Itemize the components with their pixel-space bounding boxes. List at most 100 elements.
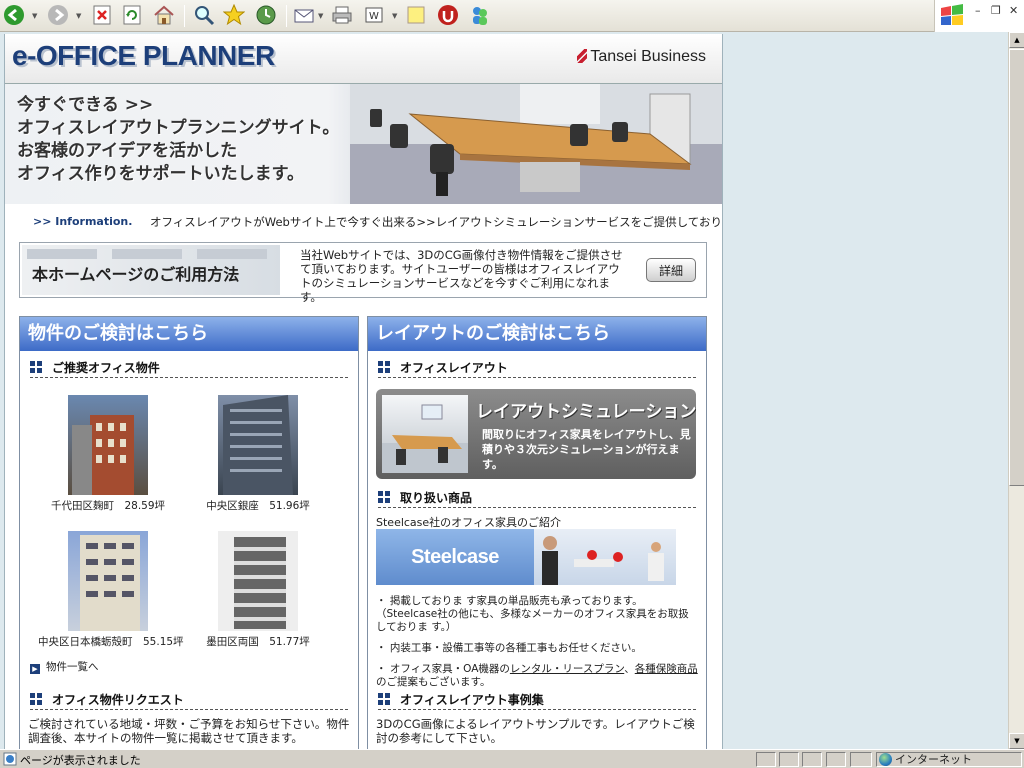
- brand-mark-icon: [577, 49, 588, 63]
- power-icon: [438, 5, 458, 25]
- status-cell: [802, 752, 822, 767]
- property-photo[interactable]: [68, 395, 148, 495]
- svg-text:W: W: [369, 11, 379, 22]
- restore-icon[interactable]: ❐: [991, 4, 1001, 17]
- refresh-button[interactable]: [120, 3, 144, 27]
- building-image: [223, 395, 293, 495]
- search-button[interactable]: [192, 3, 216, 27]
- search-icon: [195, 6, 215, 26]
- simulation-thumbnail: [382, 395, 468, 473]
- bullet-text: 、: [624, 663, 635, 675]
- forward-button[interactable]: [46, 3, 70, 27]
- hero-line: 今すぐできる >>: [17, 95, 154, 115]
- minimize-icon[interactable]: –: [975, 4, 981, 17]
- star-icon: [223, 4, 245, 26]
- simulation-title: レイアウトシミュレーション: [476, 402, 696, 422]
- scroll-down-icon[interactable]: ▼: [1009, 733, 1024, 749]
- status-text: ページが表示されました: [20, 754, 141, 767]
- back-button[interactable]: [2, 3, 26, 27]
- hero-line: オフィス作りをサポートいたします。: [17, 164, 304, 184]
- home-button[interactable]: [152, 3, 176, 27]
- simulation-description: 間取りにオフィス家具をレイアウトし、見積りや３次元シミュレーションが行えます。: [482, 428, 691, 471]
- favorites-button[interactable]: [222, 3, 246, 27]
- section-bullet-icon: [30, 361, 42, 373]
- property-card[interactable]: 千代田区麹町 28.59坪: [38, 395, 178, 513]
- section-request: オフィス物件リクエスト: [30, 691, 348, 710]
- home-icon: [154, 5, 174, 25]
- discuss-button[interactable]: [404, 3, 428, 27]
- property-card[interactable]: 中央区日本橋蛎殻町 55.15坪: [38, 531, 184, 649]
- status-cell: [826, 752, 846, 767]
- howto-title: 本ホームページのご利用方法: [32, 265, 240, 284]
- forward-dropdown-icon[interactable]: ▼: [76, 12, 84, 20]
- brand-name: Tansei Business: [590, 48, 706, 65]
- mail-button[interactable]: [292, 3, 316, 27]
- back-dropdown-icon[interactable]: ▼: [32, 12, 40, 20]
- property-list-link[interactable]: ▶ 物件一覧へ: [30, 659, 99, 674]
- print-button[interactable]: [330, 3, 354, 27]
- mail-icon: [294, 9, 314, 23]
- section-bullet-icon: [378, 361, 390, 373]
- scroll-thumb[interactable]: [1009, 49, 1024, 486]
- property-column-heading: 物件のご検討はこちら: [20, 317, 358, 351]
- section-title: 取り扱い商品: [400, 491, 473, 505]
- property-column: 物件のご検討はこちら ご推奨オフィス物件 千代田区麹町 28.59坪 中央区銀座…: [19, 316, 359, 749]
- window-controls-area: – ❐ ✕: [934, 0, 1024, 32]
- vertical-scrollbar[interactable]: ▲ ▼: [1008, 32, 1024, 749]
- howto-banner[interactable]: 本ホームページのご利用方法: [22, 245, 280, 295]
- mail-dropdown-icon[interactable]: ▼: [318, 12, 326, 20]
- steelcase-banner[interactable]: Steelcase: [376, 529, 676, 585]
- property-list-label: 物件一覧へ: [46, 661, 99, 673]
- hero-banner: 今すぐできる >> オフィスレイアウトプランニングサイト。 お客様のアイデアを活…: [5, 84, 722, 204]
- hero-copy: 今すぐできる >> オフィスレイアウトプランニングサイト。 お客様のアイデアを活…: [17, 94, 339, 186]
- back-arrow-icon: [4, 5, 24, 25]
- tool-button[interactable]: [436, 3, 460, 27]
- insurance-link[interactable]: 各種保険商品: [635, 663, 698, 675]
- product-notes: ・ 掲載しておりま す家具の単品販売も承っております。 （Steelcase社の…: [376, 595, 698, 689]
- history-icon: [256, 5, 276, 25]
- layout-simulation-banner[interactable]: レイアウトシミュレーション 間取りにオフィス家具をレイアウトし、見積りや３次元シ…: [376, 389, 696, 479]
- rental-lease-link[interactable]: レンタル・リースプラン: [510, 663, 624, 675]
- property-photo[interactable]: [218, 531, 298, 631]
- howto-box: 本ホームページのご利用方法 当社Webサイトでは、3DのCG画像付き物件情報をご…: [19, 242, 707, 304]
- property-caption: 千代田区麹町 28.59坪: [50, 500, 166, 512]
- stop-icon: [93, 5, 111, 25]
- section-bullet-icon: [378, 491, 390, 503]
- section-bullet-icon: [378, 693, 390, 705]
- detail-button[interactable]: 詳細: [646, 258, 696, 282]
- property-card[interactable]: 中央区銀座 51.96坪: [188, 395, 328, 513]
- info-text[interactable]: オフィスレイアウトがWebサイト上で今すぐ出来る>>レイアウトシミュレーションサ…: [150, 214, 722, 230]
- furniture-photo-image: [542, 536, 664, 585]
- forward-arrow-icon: [48, 5, 68, 25]
- messenger-icon: [473, 7, 487, 25]
- edit-button[interactable]: W: [362, 3, 386, 27]
- cases-text: 3DのCG画像によるレイアウトサンプルです。レイアウトご検討の参考にして下さい。: [376, 717, 695, 745]
- messenger-button[interactable]: [468, 3, 492, 27]
- section-title: オフィス物件リクエスト: [52, 693, 184, 707]
- property-caption: 墨田区両国 51.77坪: [206, 636, 310, 648]
- scroll-up-icon[interactable]: ▲: [1009, 32, 1024, 48]
- history-button[interactable]: [254, 3, 278, 27]
- status-cell: [756, 752, 776, 767]
- security-zone[interactable]: インターネット: [876, 752, 1022, 767]
- property-photo[interactable]: [218, 395, 298, 495]
- site-logo[interactable]: e-OFFICE PLANNER: [12, 40, 275, 72]
- steelcase-intro: Steelcase社のオフィス家具のご紹介: [376, 516, 561, 529]
- info-label: >> Information.: [33, 215, 133, 228]
- bullet-line: （Steelcase社の他にも、多様なメーカーのオフィス家具をお取扱しておりま …: [376, 608, 689, 633]
- section-office-layout: オフィスレイアウト: [378, 359, 696, 378]
- stop-button[interactable]: [90, 3, 114, 27]
- brand-logo[interactable]: Tansei Business: [577, 48, 706, 66]
- toolbar-separator: [184, 5, 185, 27]
- browser-toolbar: ▼ ▼ ▼ W ▼ – ❐ ✕: [0, 0, 1024, 32]
- site-header: e-OFFICE PLANNER Tansei Business: [5, 34, 722, 84]
- content-viewport: e-OFFICE PLANNER Tansei Business 今すぐできる …: [0, 32, 1008, 749]
- section-products: 取り扱い商品: [378, 489, 696, 508]
- bullet-text: ・ オフィス家具・OA機器の: [376, 663, 510, 675]
- property-photo[interactable]: [68, 531, 148, 631]
- refresh-icon: [123, 5, 141, 25]
- windows-logo-icon: [941, 4, 963, 25]
- edit-dropdown-icon[interactable]: ▼: [392, 12, 400, 20]
- property-card[interactable]: 墨田区両国 51.77坪: [188, 531, 328, 649]
- close-icon[interactable]: ✕: [1009, 4, 1018, 17]
